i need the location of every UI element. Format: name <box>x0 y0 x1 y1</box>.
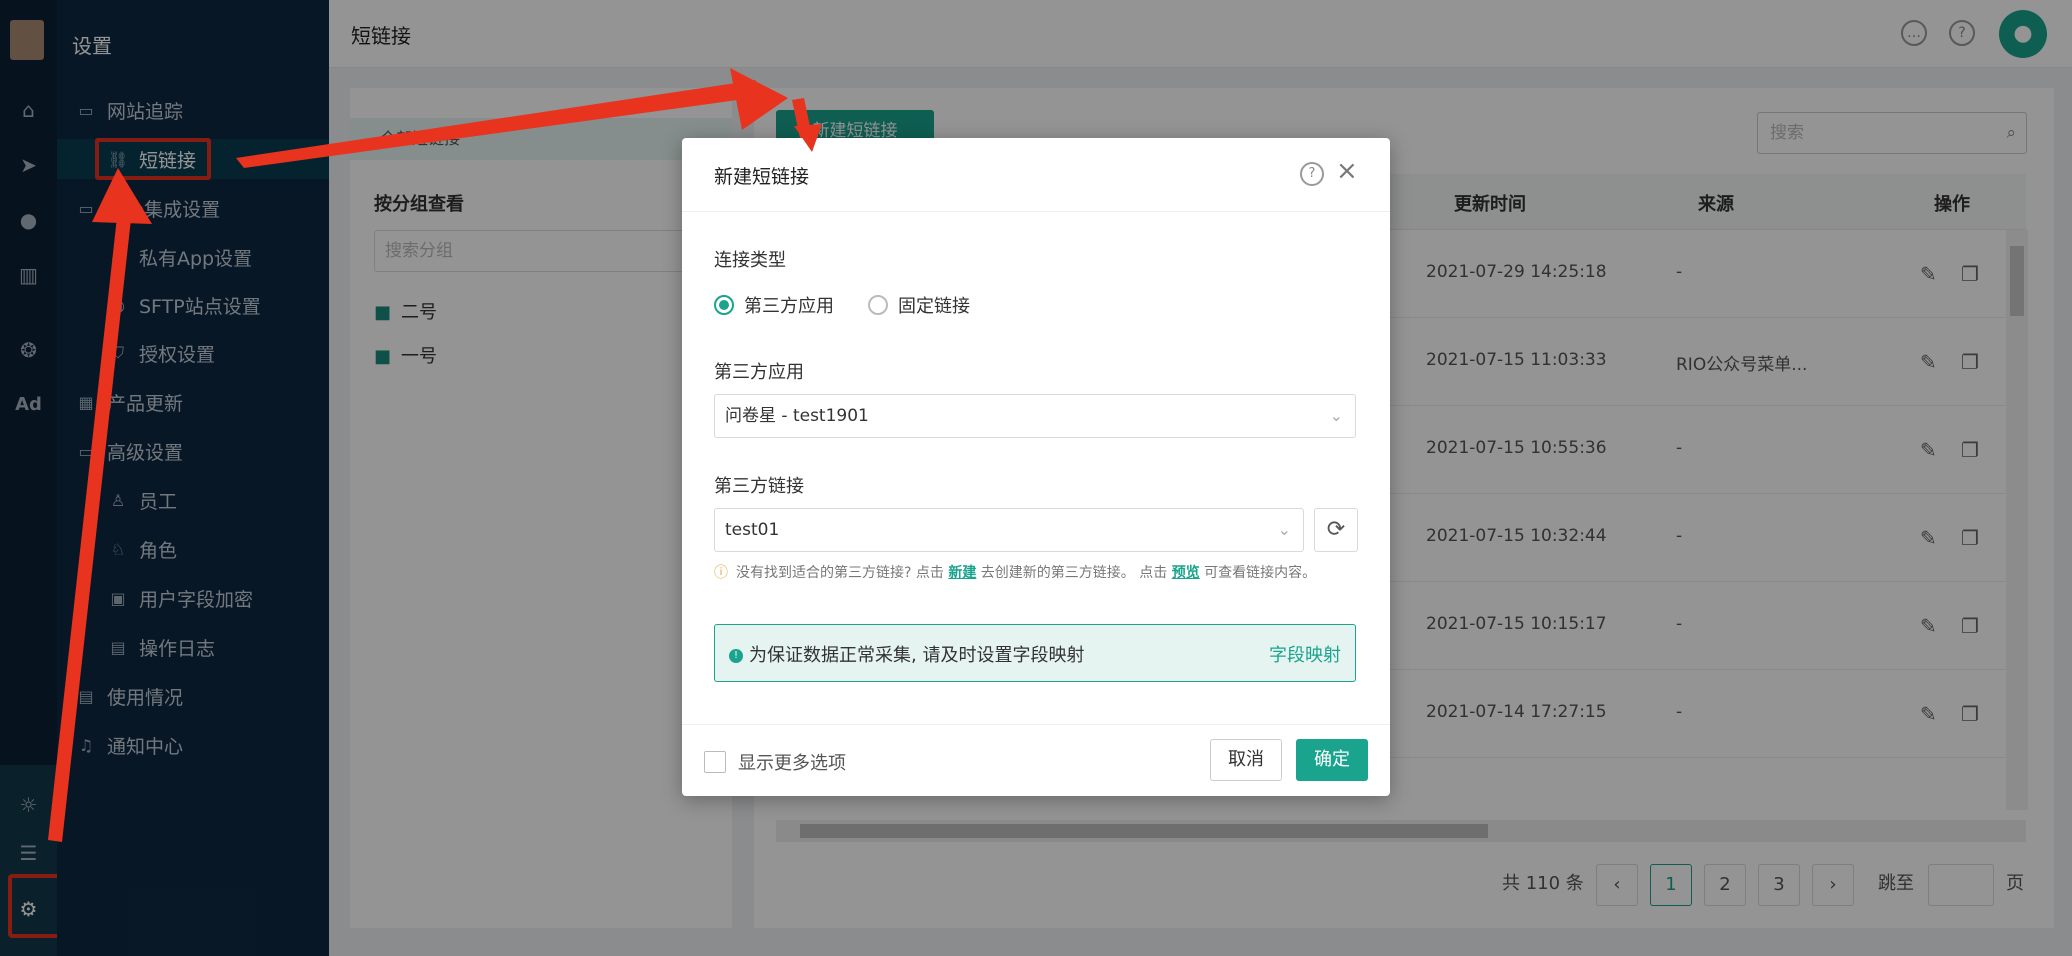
link-tip: ⓘ 没有找到适合的第三方链接? 点击 新建 去创建新的第三方链接。 点击 预览 可… <box>714 565 1317 581</box>
info-icon: ⓘ <box>714 565 728 581</box>
dialog-header: 新建短链接 ? × <box>682 138 1390 212</box>
close-icon[interactable]: × <box>1336 156 1358 186</box>
refresh-button[interactable]: ⟳ <box>1314 508 1358 552</box>
confirm-button[interactable]: 确定 <box>1296 739 1368 781</box>
dialog-footer: 显示更多选项 取消 确定 <box>682 724 1390 796</box>
more-options-label[interactable]: 显示更多选项 <box>738 749 846 775</box>
cancel-button[interactable]: 取消 <box>1210 739 1282 781</box>
third-party-app-select[interactable]: 问卷星 - test1901 ⌄ <box>714 394 1356 438</box>
third-party-link-label: 第三方链接 <box>714 476 804 497</box>
third-party-app-label: 第三方应用 <box>714 362 804 383</box>
field-mapping-notice: ! 为保证数据正常采集, 请及时设置字段映射 字段映射 <box>714 624 1356 682</box>
link-type-label: 连接类型 <box>714 250 786 271</box>
radio-checked-icon <box>714 295 734 315</box>
create-link[interactable]: 新建 <box>948 565 976 581</box>
radio-unchecked-icon <box>868 295 888 315</box>
chevron-down-icon: ⌄ <box>1277 520 1291 539</box>
new-short-link-dialog: 新建短链接 ? × 连接类型 第三方应用 固定链接 第三方应用 问卷星 - te… <box>682 138 1390 796</box>
preview-link[interactable]: 预览 <box>1172 565 1200 581</box>
third-party-link-select[interactable]: test01 ⌄ <box>714 508 1304 552</box>
field-mapping-link[interactable]: 字段映射 <box>1269 641 1341 667</box>
dialog-title: 新建短链接 <box>714 166 810 188</box>
radio-third-party-app[interactable]: 第三方应用 <box>714 292 834 318</box>
help-icon[interactable]: ? <box>1300 162 1324 186</box>
more-options-checkbox[interactable] <box>704 751 726 773</box>
refresh-icon: ⟳ <box>1326 517 1346 542</box>
chevron-down-icon: ⌄ <box>1329 406 1343 425</box>
exclamation-icon: ! <box>729 649 743 663</box>
radio-fixed-link[interactable]: 固定链接 <box>868 292 970 318</box>
